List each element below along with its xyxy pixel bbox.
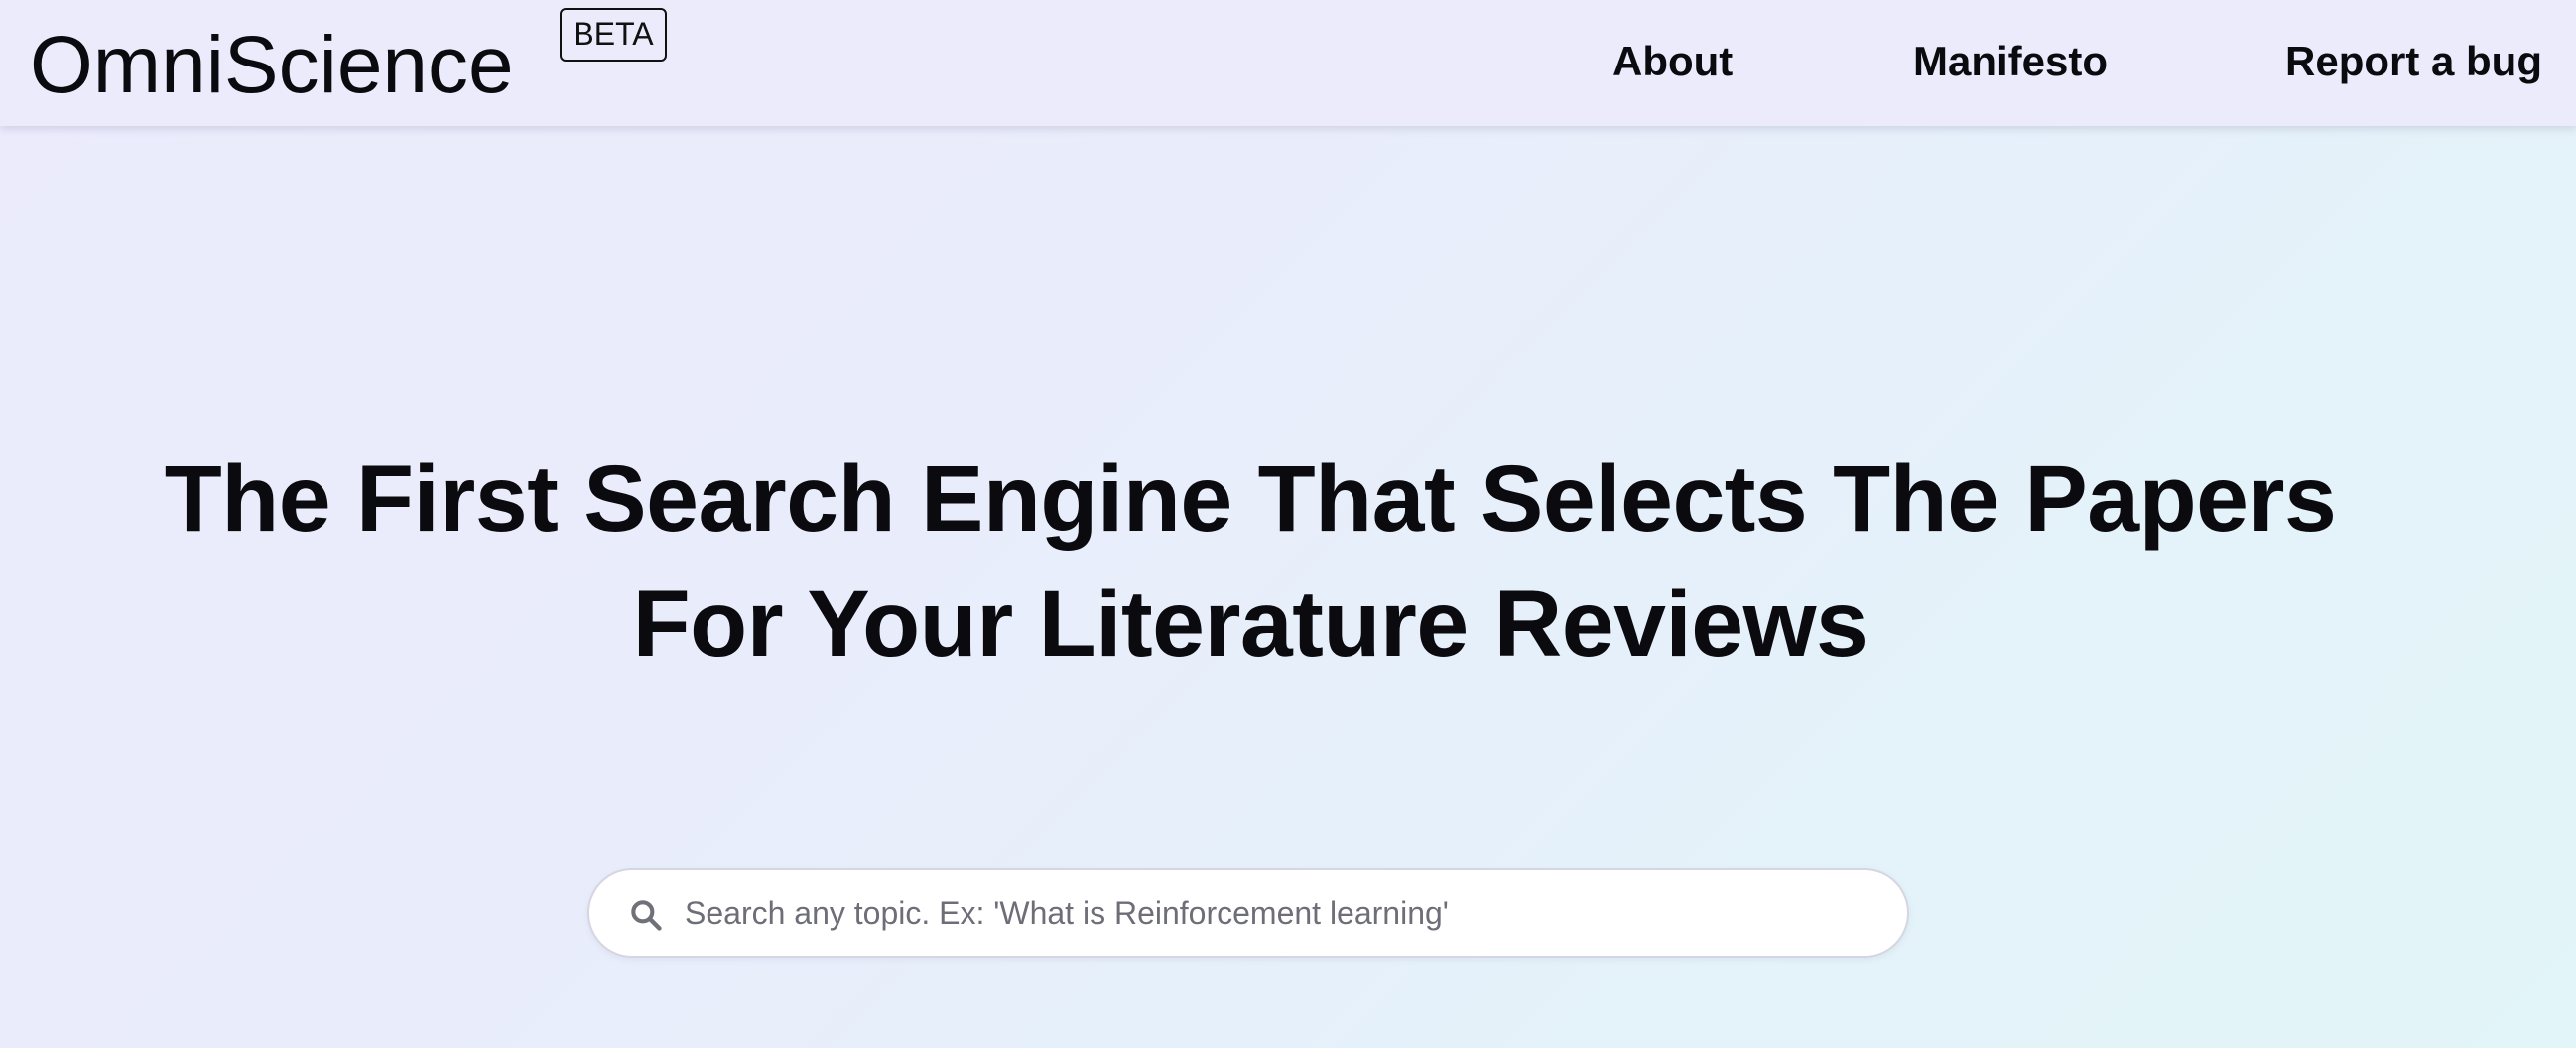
nav-manifesto-link[interactable]: Manifesto xyxy=(1913,30,2108,93)
beta-badge: BETA xyxy=(560,8,667,62)
logo-text[interactable]: OmniScience xyxy=(30,16,514,115)
search-icon xyxy=(627,896,665,934)
nav-report-bug-link[interactable]: Report a bug xyxy=(2285,30,2542,93)
search-bar[interactable] xyxy=(587,868,1909,958)
top-nav-bar: OmniScience BETA About Manifesto Report … xyxy=(0,0,2576,126)
hero-line-2: For Your Literature Reviews xyxy=(632,572,1868,677)
hero-line-1: The First Search Engine That Selects The… xyxy=(164,447,2337,552)
search-input[interactable] xyxy=(685,880,1875,946)
hero-headline: The First Search Engine That Selects The… xyxy=(0,437,2501,687)
nav-about-link[interactable]: About xyxy=(1612,30,1733,93)
